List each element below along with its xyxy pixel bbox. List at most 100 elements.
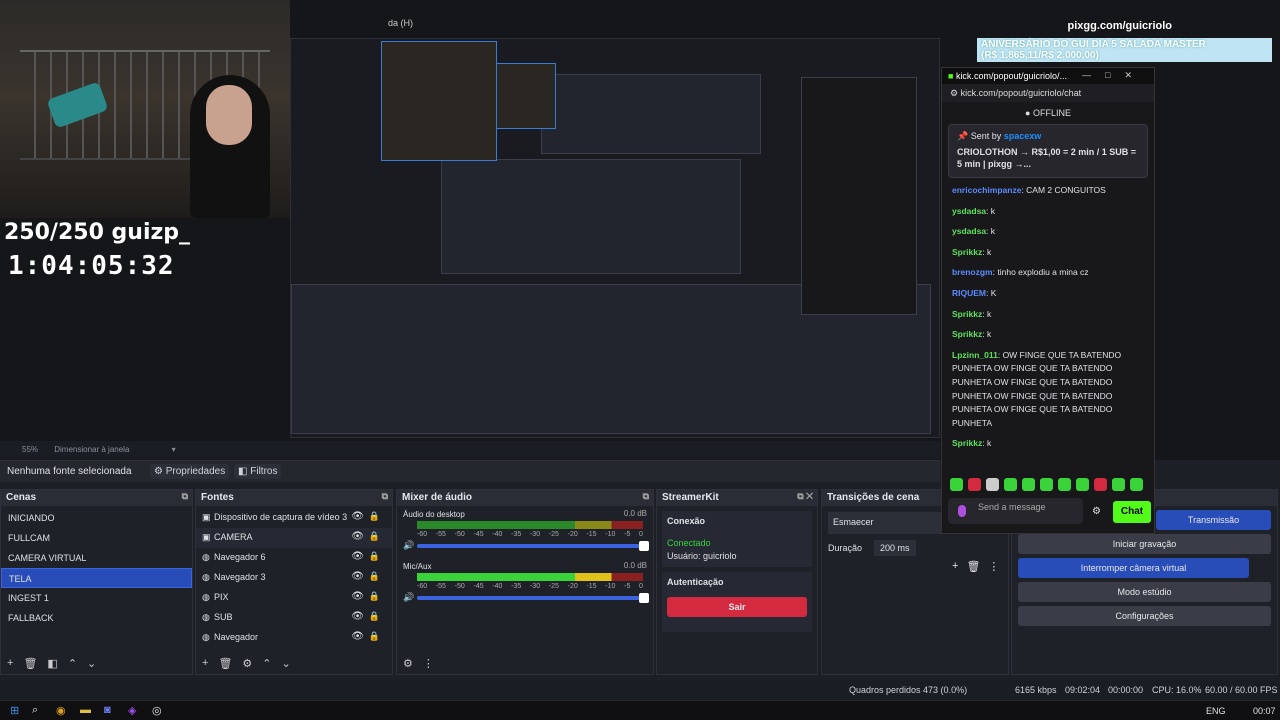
more-icon[interactable]: ⋮ bbox=[988, 560, 999, 573]
obs-icon[interactable]: ◎ bbox=[152, 704, 162, 717]
trash-icon[interactable]: 🗑 bbox=[218, 657, 232, 670]
chat-username[interactable]: enricochimpanze bbox=[952, 185, 1021, 195]
settings-icon[interactable]: ⚙ bbox=[950, 88, 961, 98]
eye-icon[interactable]: 👁 bbox=[351, 571, 364, 582]
source-item[interactable]: ◍ Navegador 3 👁 🔒 bbox=[196, 568, 392, 588]
chat-username[interactable]: ysdadsa bbox=[952, 206, 986, 216]
source-item[interactable]: ◍ PIX 👁 🔒 bbox=[196, 588, 392, 608]
up-icon[interactable]: ⌃ bbox=[68, 657, 77, 670]
volume-slider[interactable] bbox=[417, 541, 649, 551]
lock-icon[interactable]: 🔒 bbox=[369, 611, 380, 622]
down-icon[interactable]: ⌄ bbox=[87, 657, 96, 670]
source-item[interactable]: ▣ CAMERA 👁 🔒 bbox=[196, 528, 392, 548]
source-item[interactable]: ◍ SUB 👁 🔒 bbox=[196, 608, 392, 628]
scene-item[interactable]: INICIANDO bbox=[1, 508, 192, 528]
up-icon[interactable]: ⌃ bbox=[262, 657, 271, 670]
emote-bar[interactable] bbox=[950, 478, 1143, 491]
chat-input[interactable]: Send a message bbox=[948, 498, 1083, 524]
camera-icon: ▣ bbox=[202, 532, 211, 542]
down-icon[interactable]: ⌄ bbox=[282, 657, 291, 670]
chat-text: K bbox=[990, 287, 997, 298]
source-item[interactable]: ◍ Navegador 👁 🔒 bbox=[196, 628, 392, 648]
filter-icon[interactable]: ◧ bbox=[47, 657, 57, 670]
chat-send-button[interactable]: Chat bbox=[1113, 501, 1151, 523]
speaker-icon[interactable]: 🔊 bbox=[403, 592, 414, 603]
chat-titlebar: ■ kick.com/popout/guicriolo/... —□✕ bbox=[942, 68, 1154, 84]
source-label: Navegador bbox=[214, 632, 259, 642]
menu-fragment: da (H) bbox=[388, 18, 414, 28]
clock[interactable]: 00:07 bbox=[1253, 706, 1276, 716]
lock-icon[interactable]: 🔒 bbox=[369, 591, 380, 602]
chat-username[interactable]: Sprikkz bbox=[952, 329, 982, 339]
twitch-icon[interactable]: ◈ bbox=[128, 704, 136, 717]
chat-username[interactable]: ysdadsa bbox=[952, 226, 986, 236]
volume-slider[interactable] bbox=[417, 593, 649, 603]
undock-icon[interactable]: ⧉ bbox=[382, 491, 388, 502]
scene-item[interactable]: INGEST 1 bbox=[1, 588, 192, 608]
undock-icon[interactable]: ⧉ bbox=[643, 491, 649, 502]
scene-item[interactable]: FULLCAM bbox=[1, 528, 192, 548]
lock-icon[interactable]: 🔒 bbox=[369, 571, 380, 582]
studio-mode-button[interactable]: Modo estúdio bbox=[1018, 582, 1271, 602]
window-controls[interactable]: —□✕ bbox=[1082, 70, 1146, 81]
discord-icon[interactable]: ◙ bbox=[104, 704, 111, 716]
chat-username[interactable]: RIQUEM bbox=[952, 288, 986, 298]
pinned-message[interactable]: 📌 Sent by spacexw CRIOLOTHON → R$1,00 = … bbox=[948, 124, 1148, 178]
gear-icon[interactable]: ⚙ bbox=[242, 657, 252, 670]
lock-icon[interactable]: 🔒 bbox=[369, 531, 380, 542]
source-item[interactable]: ▣ Dispositivo de captura de vídeo 3 👁 🔒 bbox=[196, 508, 392, 528]
scene-item-selected[interactable]: TELA bbox=[1, 568, 192, 588]
source-item[interactable]: ◍ Navegador 6 👁 🔒 bbox=[196, 548, 392, 568]
add-icon[interactable]: + bbox=[202, 657, 208, 670]
add-icon[interactable]: + bbox=[952, 560, 958, 573]
chat-username[interactable]: Sprikkz bbox=[952, 309, 982, 319]
gear-icon[interactable]: ⚙ bbox=[403, 657, 413, 670]
chrome-icon[interactable]: ◉ bbox=[56, 704, 66, 717]
chat-username[interactable]: Lpzinn_011 bbox=[952, 350, 998, 360]
eye-icon[interactable]: 👁 bbox=[351, 611, 364, 622]
chat-message: enricochimpanze: CAM 2 CONGUITOS bbox=[952, 185, 1106, 195]
chat-text: k bbox=[986, 329, 992, 340]
lock-icon[interactable]: 🔒 bbox=[369, 631, 380, 642]
logout-button[interactable]: Sair bbox=[667, 597, 807, 617]
mic-icon[interactable] bbox=[958, 505, 966, 517]
more-icon[interactable]: ⋮ bbox=[423, 657, 434, 670]
chat-username[interactable]: brenozgm bbox=[952, 267, 993, 277]
chat-username[interactable]: Sprikkz bbox=[952, 438, 982, 448]
speaker-icon[interactable]: 🔊 bbox=[403, 540, 414, 551]
chevron-down-icon[interactable]: ▾ bbox=[172, 445, 176, 454]
lock-icon[interactable]: 🔒 bbox=[369, 551, 380, 562]
add-icon[interactable]: + bbox=[7, 657, 13, 670]
eye-icon[interactable]: 👁 bbox=[351, 591, 364, 602]
filters-button[interactable]: ◧ Filtros bbox=[234, 464, 282, 479]
trash-icon[interactable]: 🗑 bbox=[23, 657, 37, 670]
scene-item[interactable]: CAMERA VIRTUAL bbox=[1, 548, 192, 568]
windows-start-icon[interactable]: ⊞ bbox=[10, 704, 19, 717]
settings-button[interactable]: Configurações bbox=[1018, 606, 1271, 626]
properties-button[interactable]: ⚙ Propriedades bbox=[150, 464, 230, 479]
eye-icon[interactable]: 👁 bbox=[351, 531, 364, 542]
search-icon[interactable]: ⌕ bbox=[32, 704, 38, 717]
close-icon[interactable]: ⧉ ✕ bbox=[797, 491, 813, 502]
eye-icon[interactable]: 👁 bbox=[351, 511, 364, 522]
language-indicator[interactable]: ENG bbox=[1206, 706, 1226, 716]
scene-item[interactable]: FALLBACK bbox=[1, 608, 192, 628]
duration-input[interactable]: 200 ms bbox=[874, 540, 916, 556]
chat-username[interactable]: Sprikkz bbox=[952, 247, 982, 257]
duration-row: Duração 200 ms bbox=[822, 540, 1008, 556]
zoom-mode[interactable]: Dimensionar à janela bbox=[54, 445, 129, 454]
chat-input-placeholder: Send a message bbox=[978, 502, 1046, 512]
trash-icon[interactable]: 🗑 bbox=[966, 560, 980, 573]
eye-icon[interactable]: 👁 bbox=[351, 551, 364, 562]
lock-icon[interactable]: 🔒 bbox=[369, 511, 380, 522]
folder-icon[interactable]: ▬ bbox=[80, 704, 91, 716]
eye-icon[interactable]: 👁 bbox=[351, 631, 364, 642]
gear-icon[interactable]: ⚙ bbox=[1092, 506, 1101, 517]
virtual-cam-button[interactable]: Interromper câmera virtual bbox=[1018, 558, 1249, 578]
pinned-by-user[interactable]: spacexw bbox=[1004, 131, 1042, 141]
stream-button[interactable]: Transmissão bbox=[1156, 510, 1271, 530]
undock-icon[interactable]: ⧉ bbox=[182, 491, 188, 502]
chat-text: OW FINGE QUE TA BATENDO PUNHETA OW FINGE… bbox=[952, 349, 1122, 428]
globe-icon: ◍ bbox=[202, 552, 210, 562]
record-button[interactable]: Iniciar gravação bbox=[1018, 534, 1271, 554]
